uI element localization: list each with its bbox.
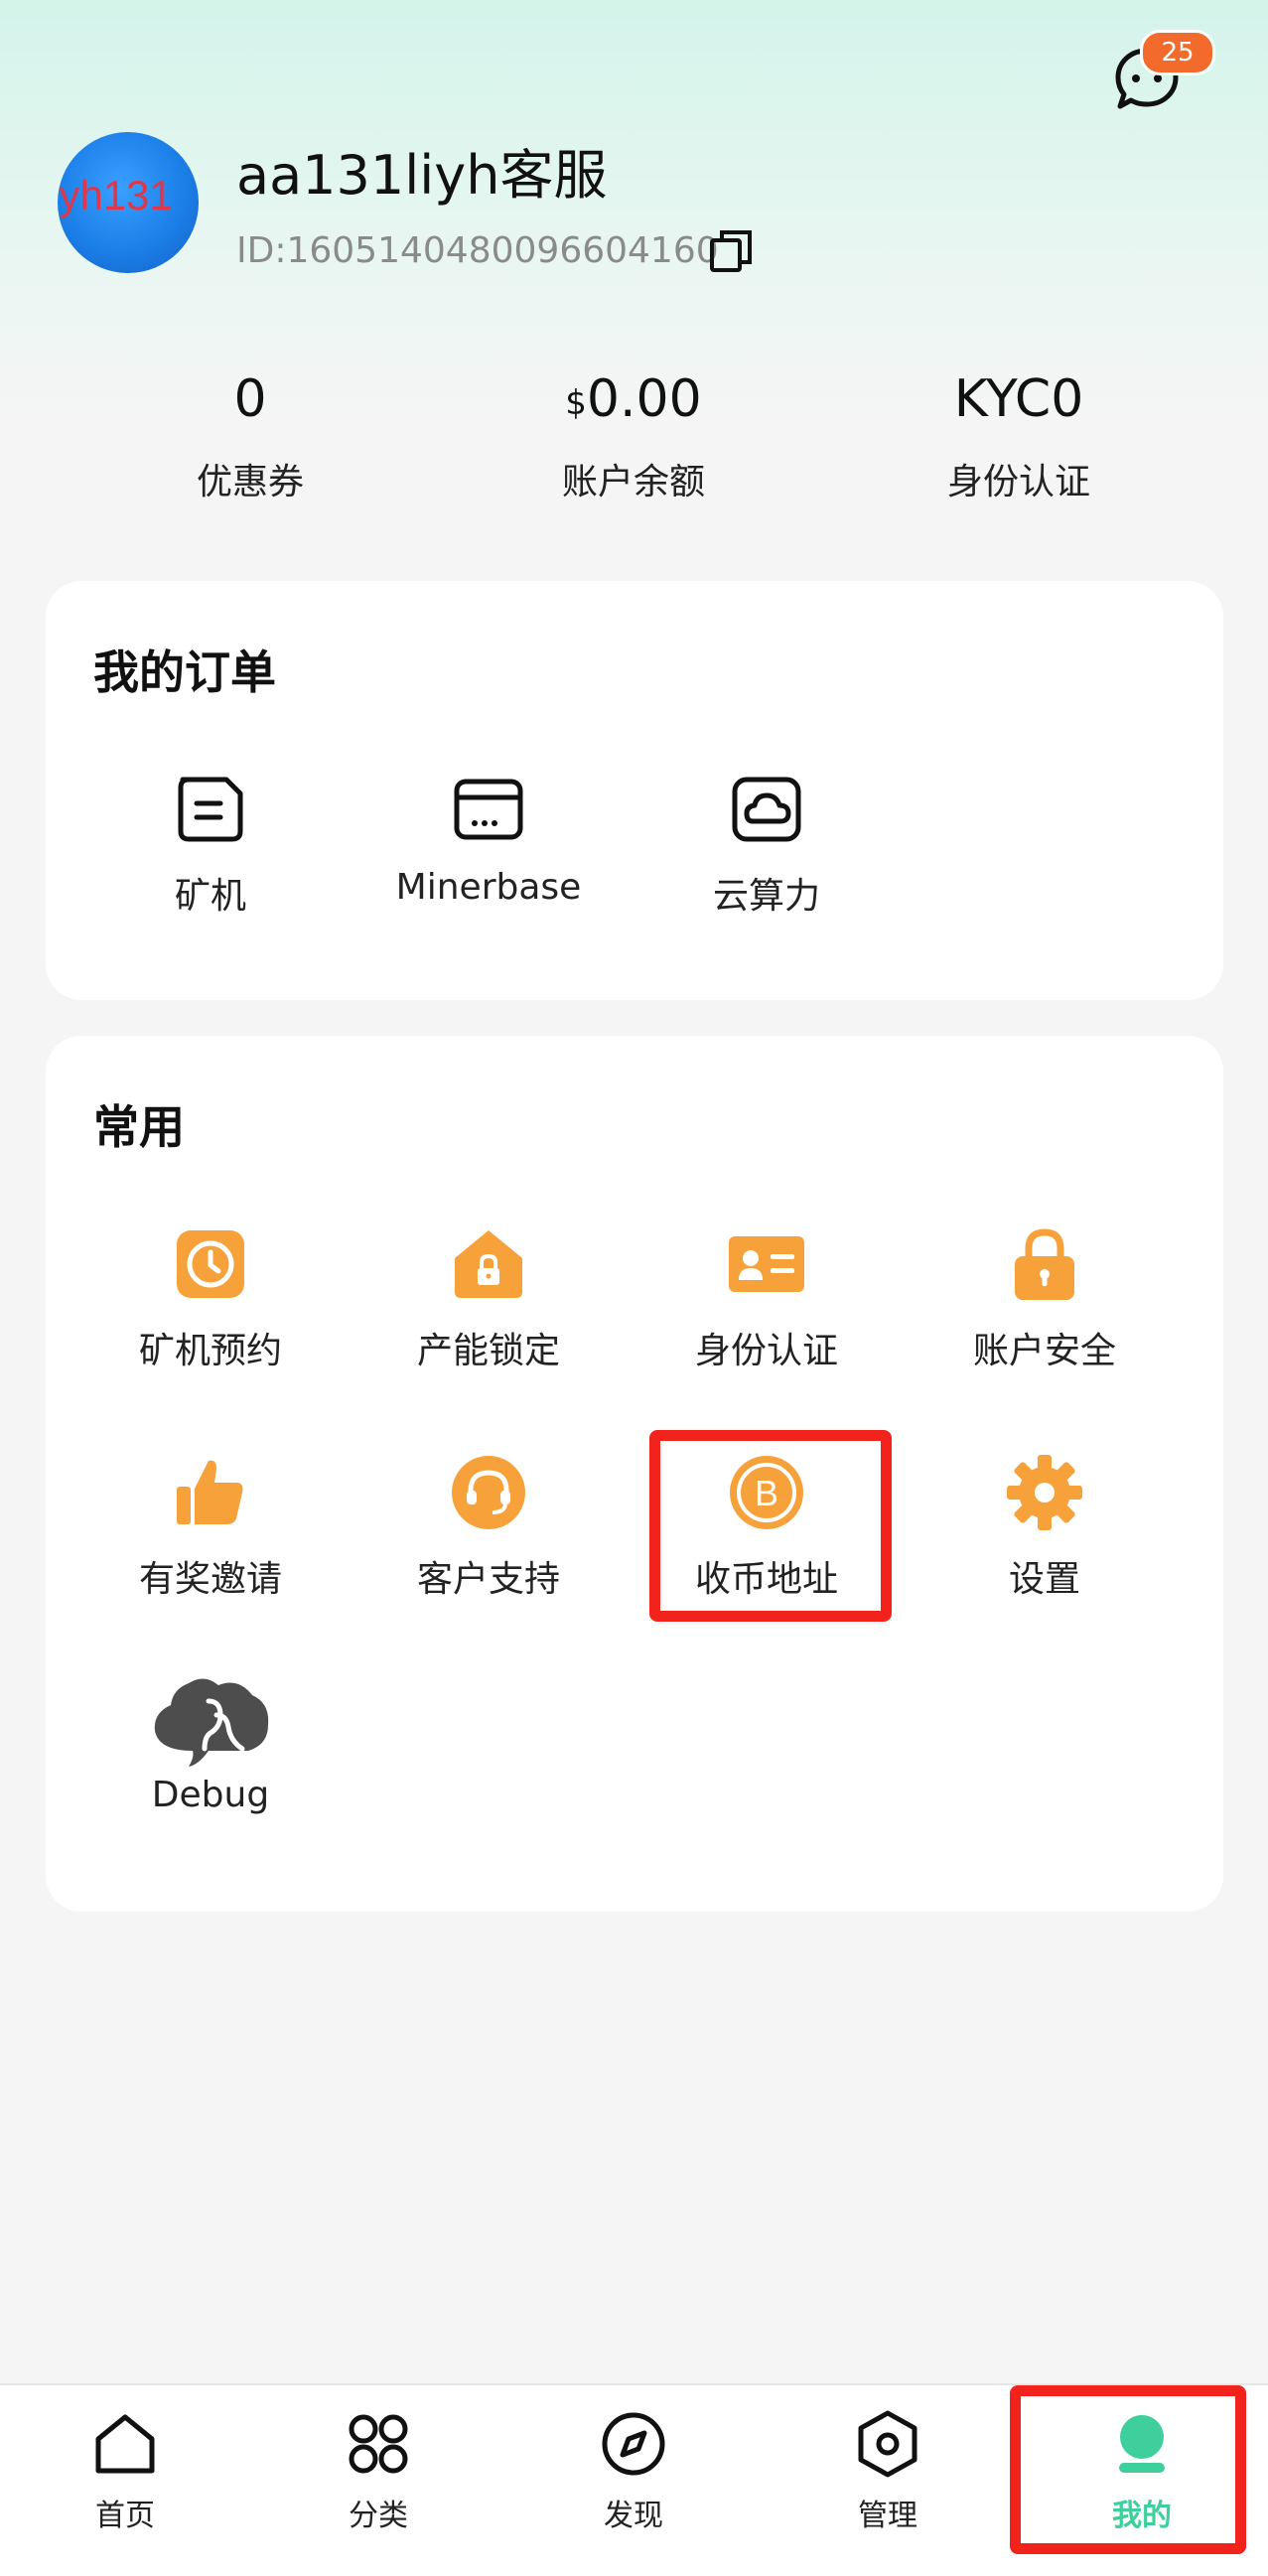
- orders-card: 我的订单 矿机 Minerbase 云算力: [46, 581, 1223, 1000]
- common-item-label: 产能锁定: [416, 1331, 560, 1371]
- common-item-label: 有奖邀请: [138, 1559, 282, 1600]
- common-title: 常用: [93, 1100, 185, 1154]
- tab-category[interactable]: 分类: [279, 2409, 478, 2534]
- common-item-settings[interactable]: 设置: [906, 1453, 1184, 1602]
- tab-label: 分类: [349, 2499, 408, 2533]
- document-icon: [178, 777, 243, 842]
- stat-label: 优惠券: [196, 462, 304, 502]
- tab-home[interactable]: 首页: [26, 2409, 224, 2534]
- stat-kyc[interactable]: KYC0 身份认证: [870, 367, 1168, 504]
- gear-icon: [1007, 1455, 1082, 1530]
- common-item-label: 设置: [1008, 1559, 1080, 1600]
- house-lock-icon: [455, 1230, 522, 1298]
- order-item-minerbase[interactable]: Minerbase: [350, 770, 628, 908]
- category-icon: [349, 2414, 408, 2474]
- username: aa131liyh客服: [236, 144, 608, 207]
- common-item-account-security[interactable]: 账户安全: [906, 1224, 1184, 1373]
- id-card-icon: [729, 1236, 804, 1292]
- common-item-support[interactable]: 客户支持: [350, 1453, 628, 1602]
- orders-title: 我的订单: [93, 645, 276, 699]
- stat-value: 0: [233, 369, 267, 429]
- currency-symbol: $: [565, 383, 587, 423]
- order-item-miner[interactable]: 矿机: [71, 770, 350, 919]
- clock-icon: [177, 1230, 244, 1298]
- common-item-capacity-lock[interactable]: 产能锁定: [350, 1224, 628, 1373]
- common-item-referral[interactable]: 有奖邀请: [71, 1453, 350, 1602]
- hexagon-icon: [858, 2410, 917, 2478]
- stat-coupons[interactable]: 0 优惠券: [101, 367, 399, 504]
- avatar-text: iyh131: [58, 172, 173, 218]
- avatar[interactable]: iyh131: [58, 132, 199, 273]
- user-id: ID:1605140480096604160: [236, 230, 719, 271]
- tab-label: 首页: [95, 2499, 155, 2533]
- home-icon: [95, 2414, 155, 2474]
- stat-label: 身份认证: [946, 462, 1090, 502]
- highlight-tab-profile: [1010, 2385, 1246, 2554]
- common-card: 常用 矿机预约 产能锁定 身份认证 账户安全 有奖邀请 客户支持 B 收币地址 …: [46, 1036, 1223, 1912]
- copy-icon[interactable]: [708, 228, 754, 274]
- common-item-label: Debug: [151, 1775, 270, 1815]
- common-item-miner-reservation[interactable]: 矿机预约: [71, 1224, 350, 1373]
- stat-balance[interactable]: $0.00 账户余额: [485, 367, 782, 504]
- common-item-identity[interactable]: 身份认证: [628, 1224, 906, 1373]
- common-item-label: 身份认证: [694, 1331, 838, 1371]
- headset-icon: [452, 1456, 525, 1529]
- tab-discover[interactable]: 发现: [534, 2409, 733, 2534]
- order-item-label: Minerbase: [395, 867, 582, 908]
- cloud-icon: [732, 777, 801, 842]
- order-item-label: 云算力: [712, 876, 820, 917]
- padlock-icon: [1015, 1228, 1074, 1300]
- stat-value: 0.00: [586, 369, 702, 429]
- compass-icon: [602, 2412, 665, 2476]
- highlight-receive-address: [649, 1430, 892, 1622]
- card-icon: [454, 779, 523, 840]
- tab-label: 发现: [604, 2499, 663, 2533]
- common-item-label: 客户支持: [416, 1559, 560, 1600]
- common-item-debug[interactable]: Debug: [71, 1671, 350, 1815]
- tab-label: 管理: [858, 2499, 917, 2533]
- thumbs-up-icon: [177, 1460, 243, 1524]
- order-item-label: 矿机: [174, 876, 246, 917]
- common-item-label: 矿机预约: [138, 1331, 282, 1371]
- order-item-cloud[interactable]: 云算力: [628, 770, 906, 919]
- tab-manage[interactable]: 管理: [788, 2409, 987, 2534]
- stat-value: KYC0: [953, 369, 1084, 429]
- common-item-label: 账户安全: [972, 1331, 1116, 1371]
- stat-label: 账户余额: [561, 462, 705, 502]
- debug-icon: [154, 1678, 269, 1767]
- message-count-badge: 25: [1140, 30, 1215, 75]
